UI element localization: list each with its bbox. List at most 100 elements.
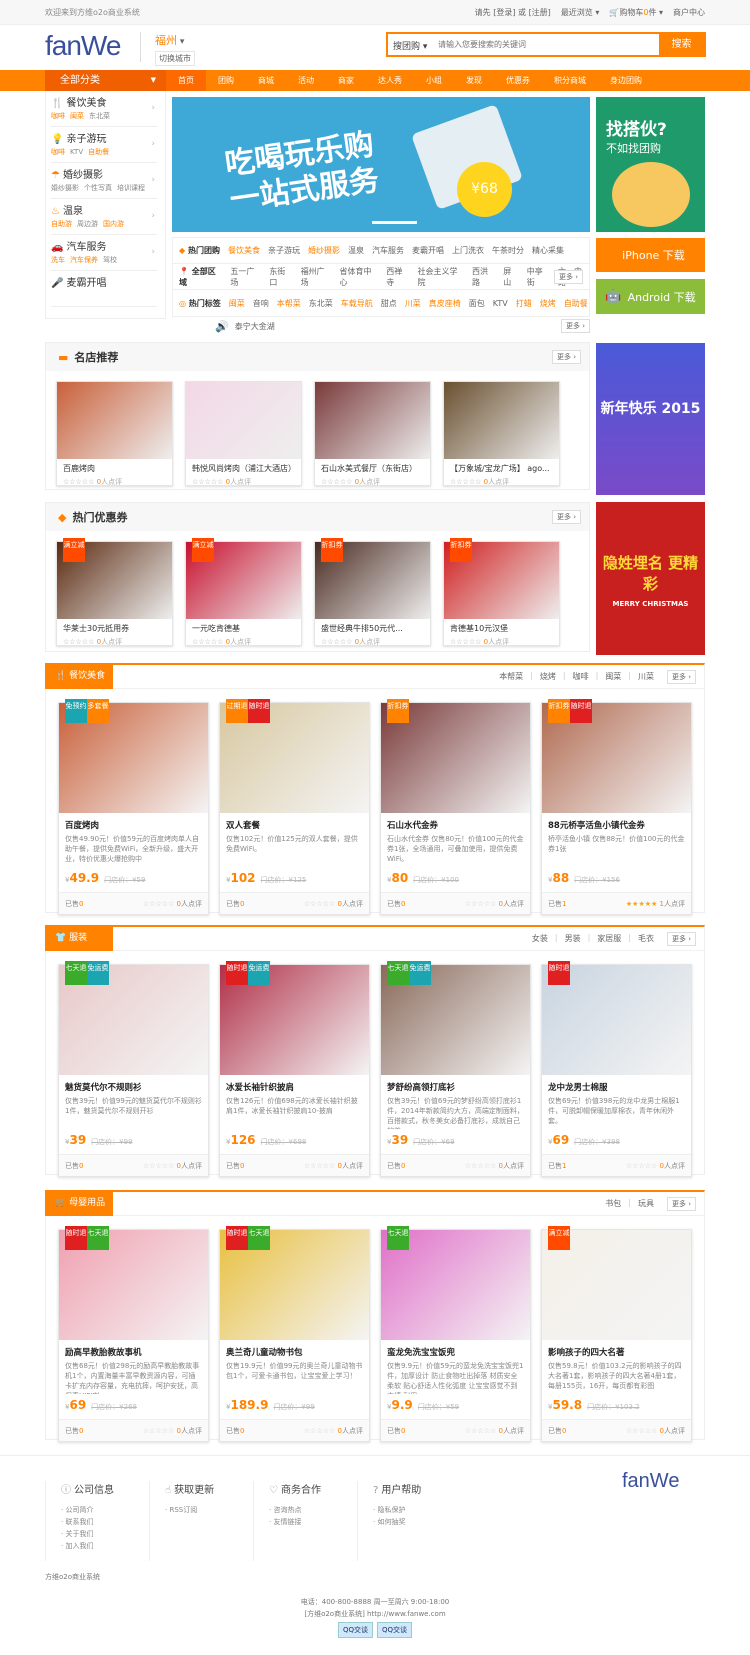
- tag-link[interactable]: 真皮座椅: [429, 298, 461, 309]
- subcategory-link[interactable]: 培训课程: [117, 184, 145, 192]
- tag-link[interactable]: 屏山: [503, 266, 519, 288]
- floor-link[interactable]: 咖啡: [573, 671, 589, 682]
- notice-more-button[interactable]: 更多 ›: [560, 319, 590, 333]
- switch-city-button[interactable]: 切换城市: [155, 51, 195, 66]
- tag-link[interactable]: 温泉: [348, 245, 364, 256]
- product-title[interactable]: 蛮龙免洗宝宝饭兜: [381, 1340, 530, 1358]
- product-title[interactable]: 双人套餐: [220, 813, 369, 831]
- nav-item[interactable]: 活动: [286, 70, 326, 91]
- qq-chat-button[interactable]: QQ交谈: [337, 1622, 373, 1638]
- shop-card[interactable]: 石山水美式餐厅（东街店） ☆☆☆☆☆ 0人点评: [314, 381, 431, 486]
- sidebar-category[interactable]: ☂ 婚纱摄影 婚纱摄影 个性写真 培训课程 ›: [51, 163, 157, 199]
- promo-ad-newyear[interactable]: 新年快乐 2015: [596, 343, 705, 495]
- product-card[interactable]: 免预约 多套餐 百度烤肉 仅售49.90元！价值59元的百度烤肉单人自助午餐，提供免费…: [58, 699, 209, 915]
- floor-link[interactable]: 闽菜: [605, 671, 621, 682]
- product-card[interactable]: 随时退 免运费 冰爱长袖针织披肩 仅售126元！价值698元的冰爱长袖针织披肩1件，冰…: [219, 961, 370, 1177]
- promo-ad-tuangou[interactable]: 找搭伙? 不如找团购: [596, 97, 705, 232]
- footer-link[interactable]: 联系我们: [65, 1518, 93, 1526]
- shop-card[interactable]: 满立减 华莱士30元抵用券 ☆☆☆☆☆ 0人点评: [56, 538, 173, 646]
- product-title[interactable]: 冰爱长袖针织披肩: [220, 1075, 369, 1093]
- product-title[interactable]: 石山水代金券: [381, 813, 530, 831]
- nav-item[interactable]: 积分商城: [542, 70, 598, 91]
- floor-title-tab[interactable]: 👕 服装: [45, 925, 113, 951]
- tag-link[interactable]: 打蜡: [516, 298, 532, 309]
- logo[interactable]: fanWe: [45, 30, 121, 62]
- sidebar-category[interactable]: 💡 亲子游玩 咖啡 KTV 自助餐 ›: [51, 127, 157, 163]
- tag-link[interactable]: 餐饮美食: [228, 245, 260, 256]
- tag-link[interactable]: 东街口: [269, 266, 292, 288]
- sidebar-category[interactable]: 🎤 麦霸开唱: [51, 271, 157, 307]
- tag-link[interactable]: 精心采集: [532, 245, 564, 256]
- cart-link[interactable]: 🛒购物车0件 ▾: [609, 7, 663, 18]
- product-card[interactable]: 过期退 随时退 双人套餐 仅售102元！价值125元的双人套餐，提供免费WiFi。 ¥1…: [219, 699, 370, 915]
- product-title[interactable]: 励高早教胎教故事机: [59, 1340, 208, 1358]
- subcategory-link[interactable]: 自助餐: [88, 148, 109, 156]
- more-button[interactable]: 更多 ›: [553, 269, 583, 284]
- tag-link[interactable]: 汽车服务: [372, 245, 404, 256]
- subcategory-link[interactable]: KTV: [70, 148, 83, 156]
- floor-title-tab[interactable]: 🍴 餐饮美食: [45, 663, 113, 689]
- register-link[interactable]: [注册]: [529, 8, 551, 17]
- product-card[interactable]: 七天退 免运费 梦舒纷高领打底衫 仅售39元！价值69元的梦舒纷高领打底衫1件，201…: [380, 961, 531, 1177]
- tag-link[interactable]: 音响: [253, 298, 269, 309]
- more-button[interactable]: 更多 ›: [666, 932, 696, 946]
- footer-link[interactable]: 友情链接: [273, 1518, 301, 1526]
- footer-link[interactable]: 公司简介: [65, 1506, 93, 1514]
- more-button[interactable]: 更多 ›: [551, 350, 581, 364]
- tag-link[interactable]: 福州广场: [301, 266, 332, 288]
- shop-card[interactable]: 折扣券 肯德基10元汉堡 ☆☆☆☆☆ 0人点评: [443, 538, 560, 646]
- tag-link[interactable]: 亲子游玩: [268, 245, 300, 256]
- tag-link[interactable]: 午茶时分: [492, 245, 524, 256]
- product-card[interactable]: 七天退 蛮龙免洗宝宝饭兜 仅售9.9元！价值59元的蛮龙免洗宝宝饭兜1件，加厚设计 …: [380, 1226, 531, 1442]
- shop-card[interactable]: 韩悦风尚烤肉（浦江大酒店） ☆☆☆☆☆ 0人点评: [185, 381, 302, 486]
- tag-link[interactable]: 省体育中心: [340, 266, 379, 288]
- tag-link[interactable]: 川菜: [405, 298, 421, 309]
- nav-item[interactable]: 达人秀: [366, 70, 414, 91]
- more-button[interactable]: 更多 ›: [666, 670, 696, 684]
- product-title[interactable]: 龙中龙男士棉服: [542, 1075, 691, 1093]
- floor-link[interactable]: 家居服: [597, 933, 621, 944]
- nav-item[interactable]: 商家: [326, 70, 366, 91]
- product-card[interactable]: 满立减 影响孩子的四大名著 仅售59.8元！价值103.2元的影响孩子的四大名著1套…: [541, 1226, 692, 1442]
- main-banner[interactable]: ¥68 吃喝玩乐购 一站式服务: [172, 97, 590, 232]
- subcategory-link[interactable]: 咖啡: [51, 148, 65, 156]
- subcategory-link[interactable]: 洗车: [51, 256, 65, 264]
- tag-link[interactable]: 西禅寺: [386, 266, 409, 288]
- shop-card[interactable]: 【万象城/宝龙广场】 ago... ☆☆☆☆☆ 0人点评: [443, 381, 560, 486]
- floor-link[interactable]: 书包: [605, 1198, 621, 1209]
- floor-title-tab[interactable]: 🛒 母婴用品: [45, 1190, 113, 1216]
- tag-link[interactable]: 烧烤: [540, 298, 556, 309]
- merchant-center-link[interactable]: 商户中心: [673, 7, 705, 18]
- nav-item[interactable]: 优惠券: [494, 70, 542, 91]
- more-button[interactable]: 更多 ›: [551, 510, 581, 524]
- product-title[interactable]: 梦舒纷高领打底衫: [381, 1075, 530, 1093]
- tag-link[interactable]: 中亭街: [527, 266, 550, 288]
- product-card[interactable]: 随时退 七天退 励高早教胎教故事机 仅售68元！价值298元的励高早教胎教故事机1个，…: [58, 1226, 209, 1442]
- product-card[interactable]: 随时退 龙中龙男士棉服 仅售69元！价值398元的龙中龙男士棉服1件，可脱卸帽保暖加…: [541, 961, 692, 1177]
- floor-link[interactable]: 川菜: [638, 671, 654, 682]
- nav-item[interactable]: 小组: [414, 70, 454, 91]
- tag-link[interactable]: 西洪路: [472, 266, 495, 288]
- nav-item[interactable]: 身边团购: [598, 70, 654, 91]
- tag-link[interactable]: 上门洗衣: [452, 245, 484, 256]
- carousel-indicator[interactable]: [372, 221, 417, 224]
- tag-link[interactable]: 车载导航: [341, 298, 373, 309]
- sidebar-category[interactable]: 🍴 餐饮美食 咖啡 闽菜 东北菜 ›: [51, 91, 157, 127]
- product-title[interactable]: 88元桥亭活鱼小镇代金券: [542, 813, 691, 831]
- nav-item[interactable]: 首页: [166, 70, 206, 91]
- subcategory-link[interactable]: 闽菜: [70, 112, 84, 120]
- city-selector[interactable]: 福州 ▾ 切换城市: [140, 32, 195, 66]
- floor-link[interactable]: 烧烤: [540, 671, 556, 682]
- floor-link[interactable]: 玩具: [638, 1198, 654, 1209]
- nav-item[interactable]: 发现: [454, 70, 494, 91]
- login-link[interactable]: [登录]: [493, 8, 515, 17]
- subcategory-link[interactable]: 国内游: [103, 220, 124, 228]
- subcategory-link[interactable]: 自助游: [51, 220, 72, 228]
- tag-link[interactable]: 本帮菜: [277, 298, 301, 309]
- subcategory-link[interactable]: 东北菜: [89, 112, 110, 120]
- subcategory-link[interactable]: 驾校: [103, 256, 117, 264]
- sidebar-category[interactable]: ♨ 温泉 自助游 周边游 国内游 ›: [51, 199, 157, 235]
- search-input[interactable]: [438, 34, 659, 55]
- search-type-select[interactable]: 搜团购 ▾: [388, 34, 438, 55]
- footer-link[interactable]: 如何抽奖: [377, 1518, 405, 1526]
